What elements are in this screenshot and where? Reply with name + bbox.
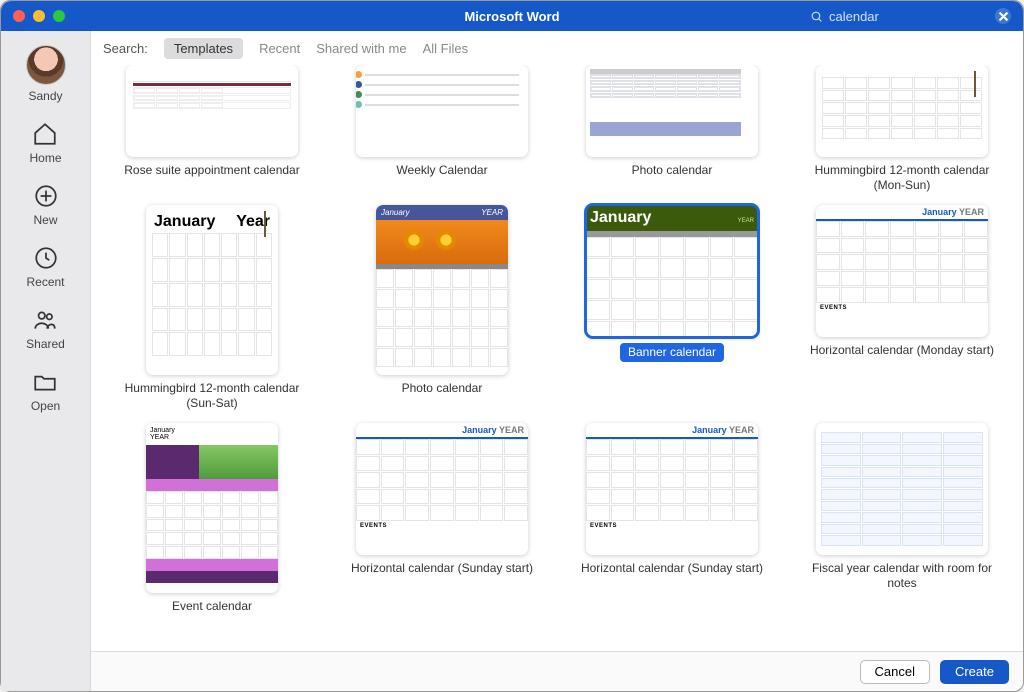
template-thumbnail[interactable]: January YEAR EVENTS bbox=[356, 423, 528, 555]
search-icon bbox=[810, 10, 823, 23]
template-label: Photo calendar bbox=[402, 381, 483, 396]
people-icon bbox=[32, 307, 58, 333]
clear-search-button[interactable] bbox=[995, 8, 1011, 24]
template-label: Hummingbird 12-month calendar (Mon-Sun) bbox=[807, 163, 997, 193]
template-item[interactable]: January YEAR EVENTS Horizontal calendar … bbox=[793, 205, 1011, 411]
window-title: Microsoft Word bbox=[464, 9, 559, 24]
sidebar-item-recent[interactable]: Recent bbox=[26, 245, 64, 289]
template-label: Photo calendar bbox=[632, 163, 713, 178]
template-thumbnail[interactable] bbox=[816, 423, 988, 555]
template-item[interactable]: Hummingbird 12-month calendar (Mon-Sun) bbox=[793, 65, 1011, 193]
search-filter-bar: Search: Templates Recent Shared with me … bbox=[91, 31, 1023, 65]
create-button[interactable]: Create bbox=[940, 660, 1009, 684]
avatar bbox=[26, 45, 66, 85]
template-label: Hummingbird 12-month calendar (Sun-Sat) bbox=[117, 381, 307, 411]
template-thumbnail[interactable] bbox=[356, 65, 528, 157]
template-label: Rose suite appointment calendar bbox=[124, 163, 299, 178]
template-item[interactable]: JanuaryYear Hummingbird 12-month calenda… bbox=[103, 205, 321, 411]
template-item[interactable]: JanuaryYEAR Banner calendar bbox=[563, 205, 781, 411]
account-button[interactable]: Sandy bbox=[26, 45, 66, 103]
main-pane: Search: Templates Recent Shared with me … bbox=[91, 31, 1023, 691]
filter-tab-recent[interactable]: Recent bbox=[259, 41, 300, 56]
template-item[interactable]: JanuaryYEAR Photo calendar bbox=[333, 205, 551, 411]
template-thumbnail[interactable]: JanuaryYEAR bbox=[586, 205, 758, 337]
template-gallery: Rose suite appointment calendar Weekly C… bbox=[91, 65, 1023, 651]
template-item[interactable]: January YEAR EVENTS Horizontal calendar … bbox=[563, 423, 781, 614]
home-icon bbox=[32, 121, 58, 147]
window-controls bbox=[13, 10, 65, 22]
template-thumbnail[interactable]: JanuaryYear bbox=[146, 205, 278, 375]
sidebar: Sandy Home New Recent Shared Open bbox=[1, 31, 91, 691]
template-label: Weekly Calendar bbox=[396, 163, 487, 178]
template-thumbnail[interactable] bbox=[126, 65, 298, 157]
titlebar: Microsoft Word bbox=[1, 1, 1023, 31]
template-thumbnail[interactable]: JanuaryYEAR bbox=[146, 423, 278, 593]
template-thumbnail[interactable]: January YEAR EVENTS bbox=[816, 205, 988, 337]
filter-tab-allfiles[interactable]: All Files bbox=[423, 41, 469, 56]
template-label: Horizontal calendar (Sunday start) bbox=[581, 561, 763, 576]
sidebar-item-open[interactable]: Open bbox=[31, 369, 60, 413]
user-name: Sandy bbox=[28, 89, 62, 103]
minimize-window-button[interactable] bbox=[33, 10, 45, 22]
template-thumbnail[interactable]: JanuaryYEAR bbox=[376, 205, 508, 375]
filter-tab-shared[interactable]: Shared with me bbox=[316, 41, 406, 56]
template-thumbnail[interactable]: January YEAR EVENTS bbox=[586, 423, 758, 555]
template-thumbnail[interactable] bbox=[816, 65, 988, 157]
template-label: Horizontal calendar (Sunday start) bbox=[351, 561, 533, 576]
filter-tab-templates[interactable]: Templates bbox=[164, 38, 243, 59]
template-label: Event calendar bbox=[172, 599, 252, 614]
sidebar-item-home[interactable]: Home bbox=[29, 121, 61, 165]
template-label: Banner calendar bbox=[620, 343, 724, 362]
search-filter-label: Search: bbox=[103, 41, 148, 56]
template-item[interactable]: Weekly Calendar bbox=[333, 65, 551, 193]
close-window-button[interactable] bbox=[13, 10, 25, 22]
cancel-button[interactable]: Cancel bbox=[860, 660, 930, 684]
sidebar-item-new[interactable]: New bbox=[33, 183, 59, 227]
template-item[interactable]: Photo calendar bbox=[563, 65, 781, 193]
folder-icon bbox=[32, 369, 58, 395]
sidebar-item-shared[interactable]: Shared bbox=[26, 307, 65, 351]
template-label: Fiscal year calendar with room for notes bbox=[807, 561, 997, 591]
template-item[interactable]: January YEAR EVENTS Horizontal calendar … bbox=[333, 423, 551, 614]
template-item[interactable]: Fiscal year calendar with room for notes bbox=[793, 423, 1011, 614]
search-input[interactable] bbox=[829, 9, 989, 24]
search-box[interactable] bbox=[810, 8, 1011, 24]
template-thumbnail[interactable] bbox=[586, 65, 758, 157]
template-item[interactable]: JanuaryYEAR Event calendar bbox=[103, 423, 321, 614]
clock-icon bbox=[33, 245, 59, 271]
dialog-footer: Cancel Create bbox=[91, 651, 1023, 691]
fullscreen-window-button[interactable] bbox=[53, 10, 65, 22]
plus-circle-icon bbox=[33, 183, 59, 209]
template-label: Horizontal calendar (Monday start) bbox=[810, 343, 994, 358]
template-item[interactable]: Rose suite appointment calendar bbox=[103, 65, 321, 193]
